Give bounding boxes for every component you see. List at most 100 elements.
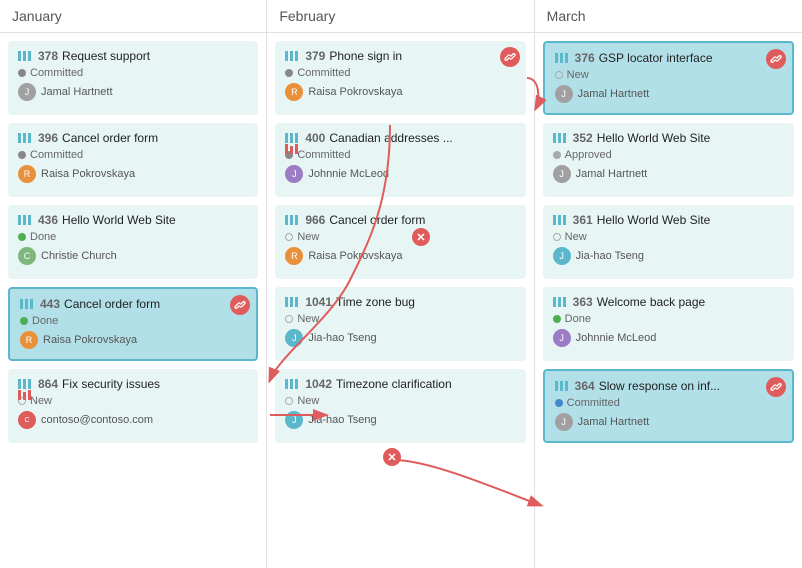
avatar-396: R — [18, 165, 36, 183]
status-label-966: New — [297, 231, 319, 243]
card-376[interactable]: 376 GSP locator interface New J Jamal Ha… — [543, 41, 794, 115]
card-assignee-396: R Raisa Pokrovskaya — [18, 165, 248, 183]
assignee-name-378: Jamal Hartnett — [41, 86, 113, 98]
card-363[interactable]: 363 Welcome back page Done J Johnnie McL… — [543, 287, 794, 361]
card-864[interactable]: 864 Fix security issues New C contoso@co… — [8, 369, 258, 443]
card-1042[interactable]: 1042 Timezone clarification New J Jia-ha… — [275, 369, 525, 443]
card-assignee-363: J Johnnie McLeod — [553, 329, 784, 347]
card-id-400: 400 — [305, 131, 325, 145]
avatar-1041: J — [285, 329, 303, 347]
card-name-443: Cancel order form — [64, 297, 160, 311]
bar-icon-436 — [18, 215, 32, 225]
card-assignee-364: J Jamal Hartnett — [555, 413, 782, 431]
calendar-grid: January 378 Request support Committed J … — [0, 0, 802, 568]
avatar-966: R — [285, 247, 303, 265]
column-body-march: 376 GSP locator interface New J Jamal Ha… — [535, 33, 802, 568]
status-label-443: Done — [32, 315, 58, 327]
card-1041[interactable]: 1041 Time zone bug New J Jia-hao Tseng — [275, 287, 525, 361]
card-name-1041: Time zone bug — [336, 295, 415, 309]
card-379[interactable]: 379 Phone sign in Committed R Raisa Pokr… — [275, 41, 525, 115]
status-dot-364 — [555, 399, 563, 407]
status-dot-379 — [285, 69, 293, 77]
card-status-1042: New — [285, 395, 515, 407]
card-title-378: 378 Request support — [18, 49, 248, 63]
status-dot-966 — [285, 233, 293, 241]
cross-icon-1[interactable]: ✕ — [412, 228, 430, 246]
status-label-379: Committed — [297, 67, 350, 79]
bar-icon-396 — [18, 133, 32, 143]
avatar-864: C — [18, 411, 36, 429]
card-name-376: GSP locator interface — [599, 51, 713, 65]
avatar-378: J — [18, 83, 36, 101]
assignee-name-864: contoso@contoso.com — [41, 414, 153, 426]
status-dot-378 — [18, 69, 26, 77]
card-396[interactable]: 396 Cancel order form Committed R Raisa … — [8, 123, 258, 197]
card-name-378: Request support — [62, 49, 150, 63]
column-header-february: February — [267, 0, 533, 33]
card-name-363: Welcome back page — [597, 295, 706, 309]
link-button-443[interactable] — [230, 295, 250, 315]
card-400[interactable]: 400 Canadian addresses ... Committed J J… — [275, 123, 525, 197]
link-button-379[interactable] — [500, 47, 520, 67]
assignee-name-352: Jamal Hartnett — [576, 168, 648, 180]
card-name-361: Hello World Web Site — [597, 213, 711, 227]
avatar-400: J — [285, 165, 303, 183]
card-id-436: 436 — [38, 213, 58, 227]
card-352[interactable]: 352 Hello World Web Site Approved J Jama… — [543, 123, 794, 197]
card-status-364: Committed — [555, 397, 782, 409]
card-title-443: 443 Cancel order form — [20, 297, 246, 311]
card-id-364: 364 — [575, 379, 595, 393]
assignee-name-443: Raisa Pokrovskaya — [43, 334, 137, 346]
card-title-352: 352 Hello World Web Site — [553, 131, 784, 145]
status-label-363: Done — [565, 313, 591, 325]
assignee-name-376: Jamal Hartnett — [578, 88, 650, 100]
card-status-436: Done — [18, 231, 248, 243]
bar-icon-400 — [285, 133, 299, 143]
card-id-352: 352 — [573, 131, 593, 145]
assignee-name-400: Johnnie McLeod — [308, 168, 389, 180]
card-name-352: Hello World Web Site — [597, 131, 711, 145]
card-966[interactable]: 966 Cancel order form New R Raisa Pokrov… — [275, 205, 525, 279]
card-status-352: Approved — [553, 149, 784, 161]
assignee-name-379: Raisa Pokrovskaya — [308, 86, 402, 98]
card-title-396: 396 Cancel order form — [18, 131, 248, 145]
card-title-1042: 1042 Timezone clarification — [285, 377, 515, 391]
card-name-436: Hello World Web Site — [62, 213, 176, 227]
bar-icon-364 — [555, 381, 569, 391]
cross-icon-2[interactable]: ✕ — [383, 448, 401, 466]
status-dot-361 — [553, 233, 561, 241]
card-assignee-443: R Raisa Pokrovskaya — [20, 331, 246, 349]
card-name-1042: Timezone clarification — [336, 377, 452, 391]
card-name-400: Canadian addresses ... — [329, 131, 452, 145]
link-button-364[interactable] — [766, 377, 786, 397]
card-378[interactable]: 378 Request support Committed J Jamal Ha… — [8, 41, 258, 115]
card-status-378: Committed — [18, 67, 248, 79]
bar-icon-1042 — [285, 379, 299, 389]
card-364[interactable]: 364 Slow response on inf... Committed J … — [543, 369, 794, 443]
status-label-352: Approved — [565, 149, 612, 161]
bar-icon-966 — [285, 215, 299, 225]
link-button-376[interactable] — [766, 49, 786, 69]
card-status-379: Committed — [285, 67, 515, 79]
card-assignee-400: J Johnnie McLeod — [285, 165, 515, 183]
avatar-443: R — [20, 331, 38, 349]
bar-icon-376 — [555, 53, 569, 63]
card-assignee-379: R Raisa Pokrovskaya — [285, 83, 515, 101]
bar-icon-379 — [285, 51, 299, 61]
assignee-name-966: Raisa Pokrovskaya — [308, 250, 402, 262]
card-title-1041: 1041 Time zone bug — [285, 295, 515, 309]
card-assignee-378: J Jamal Hartnett — [18, 83, 248, 101]
status-label-1041: New — [297, 313, 319, 325]
column-january: January 378 Request support Committed J … — [0, 0, 267, 568]
card-443[interactable]: 443 Cancel order form Done R Raisa Pokro… — [8, 287, 258, 361]
column-body-january: 378 Request support Committed J Jamal Ha… — [0, 33, 266, 568]
avatar-379: R — [285, 83, 303, 101]
card-436[interactable]: 436 Hello World Web Site Done C Christie… — [8, 205, 258, 279]
avatar-352: J — [553, 165, 571, 183]
status-label-436: Done — [30, 231, 56, 243]
card-361[interactable]: 361 Hello World Web Site New J Jia-hao T… — [543, 205, 794, 279]
card-title-379: 379 Phone sign in — [285, 49, 515, 63]
assignee-name-1042: Jia-hao Tseng — [308, 414, 376, 426]
assignee-name-361: Jia-hao Tseng — [576, 250, 644, 262]
card-assignee-1042: J Jia-hao Tseng — [285, 411, 515, 429]
